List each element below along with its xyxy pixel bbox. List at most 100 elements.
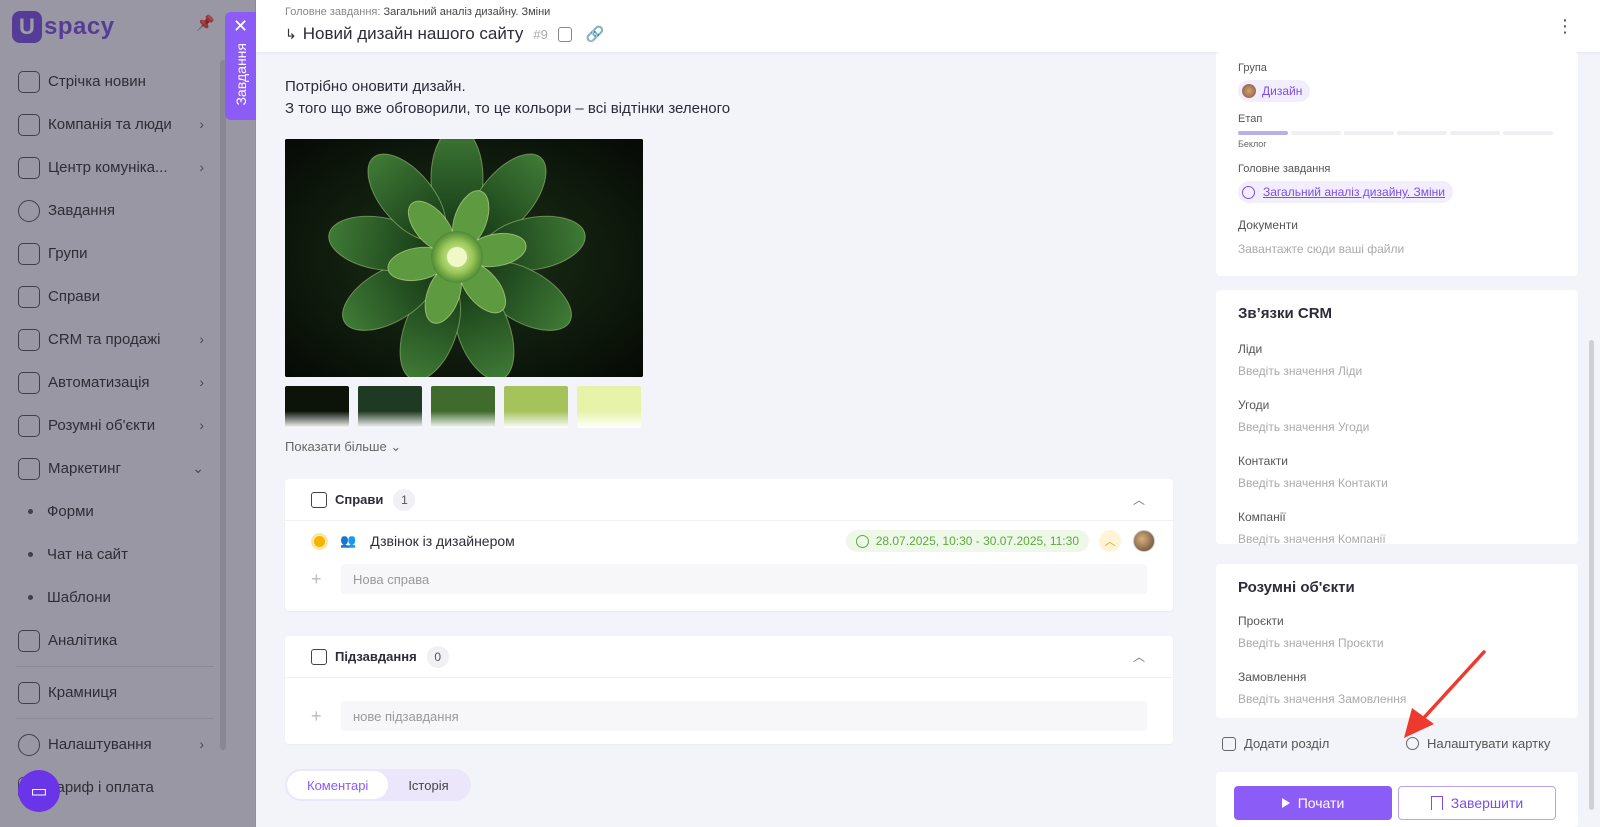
stage-segment[interactable] [1450, 131, 1500, 135]
subtasks-section: Підзавдання 0 ︿ + нове підзавдання [285, 636, 1173, 744]
title-row: ↳ Новий дизайн нашого сайту #9 🔗 [285, 24, 605, 44]
add-section-label: Додати розділ [1244, 736, 1330, 751]
chevron-up-icon[interactable]: ︿ [1133, 491, 1145, 508]
stage-segment[interactable] [1238, 131, 1288, 135]
new-subtask-input[interactable]: нове підзавдання [341, 701, 1147, 731]
description-line: З того що вже обговорили, то це кольори … [285, 100, 731, 117]
modal-overlay[interactable] [0, 0, 256, 827]
close-icon[interactable]: ✕ [233, 16, 248, 37]
group-chip[interactable]: Дизайн [1238, 80, 1311, 102]
section-title: Справи [335, 492, 384, 507]
projects-input[interactable]: Введіть значення Проєкти [1238, 636, 1578, 650]
stage-segment[interactable] [1503, 131, 1553, 135]
side-tab-label: Завдання [232, 43, 249, 106]
section-title: Підзавдання [335, 649, 417, 664]
contacts-input[interactable]: Введіть значення Контакти [1238, 476, 1578, 490]
plus-icon[interactable]: + [311, 569, 331, 590]
deals-input[interactable]: Введіть значення Угоди [1238, 420, 1578, 434]
stage-segment[interactable] [1291, 131, 1341, 135]
color-swatch[interactable] [504, 386, 568, 428]
calendar-check-icon [311, 491, 327, 508]
description-line: Потрібно оновити дизайн. [285, 78, 466, 95]
play-icon [1281, 798, 1290, 808]
new-affair-input[interactable]: Нова справа [341, 564, 1147, 594]
support-chat-button[interactable]: ▭ [18, 770, 60, 812]
field-label: Компанії [1238, 510, 1286, 524]
stage-progress[interactable] [1238, 131, 1578, 135]
companies-input[interactable]: Введіть значення Компанії [1238, 532, 1578, 546]
crm-links-card: Зв’язки CRM Ліди Введіть значення Ліди У… [1216, 290, 1578, 546]
link-icon[interactable]: 🔗 [586, 25, 605, 43]
color-swatch[interactable] [358, 386, 422, 428]
card-title: Зв’язки CRM [1238, 305, 1333, 322]
chevron-up-icon[interactable]: ︿ [1133, 648, 1145, 665]
subtasks-icon [311, 648, 327, 665]
breadcrumb: Головне завдання: Загальний аналіз дизай… [285, 6, 550, 18]
subtasks-header[interactable]: Підзавдання 0 ︿ [285, 636, 1173, 678]
status-icon[interactable] [311, 532, 328, 550]
check-circle-icon [1242, 185, 1255, 199]
affairs-section: Справи 1 ︿ 👥 Дзвінок із дизайнером 28.07… [285, 479, 1173, 611]
field-label: Проєкти [1238, 614, 1284, 628]
add-section-button[interactable]: Додати розділ [1222, 736, 1329, 751]
color-swatch[interactable] [431, 386, 495, 428]
group-label: Група [1238, 62, 1267, 74]
start-label: Почати [1297, 795, 1345, 811]
tab-comments[interactable]: Коментарі [287, 771, 389, 799]
plus-icon[interactable]: + [311, 706, 331, 727]
stage-value: Беклог [1238, 139, 1267, 149]
card-title: Розумні об'єкти [1238, 579, 1355, 596]
tab-history[interactable]: Історія [388, 771, 468, 799]
clock-icon [855, 534, 869, 548]
color-swatches [285, 386, 641, 428]
flag-icon [1430, 796, 1443, 810]
field-label: Угоди [1238, 398, 1270, 412]
count-badge: 1 [393, 488, 416, 511]
finish-button[interactable]: Завершити [1398, 786, 1556, 820]
start-button[interactable]: Почати [1234, 786, 1392, 820]
page-title[interactable]: Новий дизайн нашого сайту [303, 24, 524, 44]
leads-input[interactable]: Введіть значення Ліди [1238, 364, 1578, 378]
task-side-tab[interactable]: ✕ Завдання [225, 12, 256, 120]
parent-task-chip[interactable]: Загальний аналіз дизайну. Зміни [1238, 181, 1453, 203]
avatar[interactable] [1133, 530, 1155, 552]
date-range-badge[interactable]: 28.07.2025, 10:30 - 30.07.2025, 11:30 [845, 530, 1089, 552]
succulent-illustration [285, 139, 643, 377]
new-affair-row: + Нова справа [285, 561, 1173, 597]
more-menu-icon[interactable]: ⋮ [1556, 16, 1574, 37]
parent-task-link[interactable]: Загальний аналіз дизайну. Зміни [1263, 185, 1445, 199]
finish-label: Завершити [1450, 795, 1524, 811]
add-section-icon [1222, 736, 1236, 751]
task-panel: Головне завдання: Загальний аналіз дизай… [256, 0, 1600, 827]
task-footer: Почати Завершити [1216, 772, 1578, 827]
stage-segment[interactable] [1397, 131, 1447, 135]
field-label: Ліди [1238, 342, 1263, 356]
show-more-link[interactable]: Показати більше ⌄ [285, 439, 401, 455]
documents-label: Документи [1238, 217, 1298, 232]
task-details-card: Група Дизайн Етап Беклог Головне завданн… [1216, 52, 1578, 276]
stage-segment[interactable] [1344, 131, 1394, 135]
group-name: Дизайн [1262, 84, 1303, 98]
color-swatch[interactable] [285, 386, 349, 428]
panel-scrollbar[interactable] [1589, 340, 1594, 810]
color-swatch[interactable] [577, 386, 641, 428]
documents-dropzone[interactable]: Завантажте сюди ваші файли [1238, 242, 1578, 256]
succulent-image[interactable] [285, 139, 643, 377]
chat-bubble-icon: ▭ [30, 780, 48, 801]
subtask-icon: ↳ [285, 25, 297, 42]
chevron-down-icon: ⌄ [390, 439, 402, 454]
field-label: Контакти [1238, 454, 1288, 468]
stage-label: Етап [1238, 113, 1263, 125]
breadcrumb-label: Головне завдання: [285, 6, 381, 18]
priority-icon[interactable]: ︿ [1099, 530, 1121, 552]
show-more-label: Показати більше [285, 439, 387, 454]
group-avatar [1242, 84, 1256, 98]
count-badge: 0 [426, 645, 449, 668]
date-range-text: 28.07.2025, 10:30 - 30.07.2025, 11:30 [875, 534, 1079, 548]
affair-row[interactable]: 👥 Дзвінок із дизайнером 28.07.2025, 10:3… [285, 521, 1173, 561]
breadcrumb-parent-link[interactable]: Загальний аналіз дизайну. Зміни [384, 6, 551, 18]
task-description[interactable]: Потрібно оновити дизайн. З того що вже о… [285, 76, 730, 120]
copy-icon[interactable] [557, 26, 572, 42]
affairs-header[interactable]: Справи 1 ︿ [285, 479, 1173, 521]
affair-title[interactable]: Дзвінок із дизайнером [370, 533, 515, 549]
